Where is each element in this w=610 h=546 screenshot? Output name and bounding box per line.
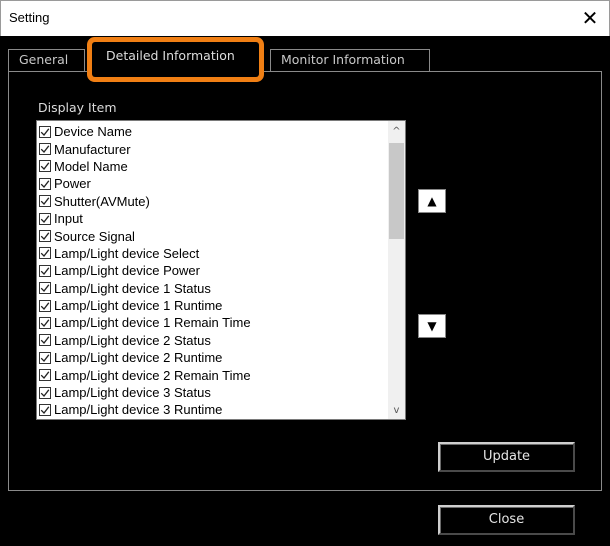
checkbox[interactable] — [39, 334, 51, 347]
list-item[interactable]: Lamp/Light device Power — [37, 262, 387, 279]
checkbox[interactable] — [39, 177, 51, 190]
checkbox[interactable] — [39, 403, 51, 416]
checkbox[interactable] — [39, 299, 51, 312]
list-item-label: Input — [54, 211, 83, 227]
list-item[interactable]: Lamp/Light device 1 Remain Time — [37, 314, 387, 331]
checkbox[interactable] — [39, 125, 51, 138]
checkbox[interactable] — [39, 316, 51, 329]
list-item-label: Lamp/Light device 3 Status — [54, 385, 211, 401]
list-item[interactable]: Shutter(AVMute) — [37, 193, 387, 210]
list-item-label: Device Name — [54, 124, 133, 140]
checkmark-icon — [40, 232, 50, 241]
checkbox[interactable] — [39, 264, 51, 277]
checkbox[interactable] — [39, 160, 51, 173]
list-item-label: Lamp/Light device Power — [54, 263, 200, 279]
list-item-label: Lamp/Light device 1 Remain Time — [54, 315, 251, 331]
list-item[interactable]: Input — [37, 210, 387, 227]
list-item-label: Model Name — [54, 158, 128, 174]
list-item[interactable]: Lamp/Light device 1 Status — [37, 280, 387, 297]
list-item-label: Lamp/Light device 2 Runtime — [54, 350, 223, 366]
list-item-label: Lamp/Light device 3 Runtime — [54, 402, 223, 418]
list-item-label: Source Signal — [54, 228, 135, 244]
checkmark-icon — [40, 388, 50, 397]
checkmark-icon — [40, 406, 50, 414]
list-item-label: Lamp/Light device 1 Runtime — [54, 298, 223, 314]
list-item-label: Lamp/Light device Select — [54, 245, 200, 261]
checkmark-icon — [40, 284, 50, 293]
checkbox[interactable] — [39, 247, 51, 260]
checkmark-icon — [40, 267, 50, 275]
checkbox[interactable] — [39, 212, 51, 225]
list-item[interactable]: Lamp/Light device 1 Runtime — [37, 297, 387, 314]
checkmark-icon — [40, 180, 50, 188]
vertical-scrollbar[interactable]: ^ v — [388, 121, 405, 419]
checkmark-icon — [40, 162, 50, 171]
display-item-label: Display Item — [38, 100, 117, 115]
checkmark-icon — [40, 215, 50, 223]
checkbox[interactable] — [39, 351, 51, 364]
checkmark-icon — [40, 128, 50, 136]
list-item[interactable]: Lamp/Light device 2 Runtime — [37, 349, 387, 366]
checkbox[interactable] — [39, 143, 51, 156]
window-title: Setting — [9, 10, 50, 25]
checkmark-icon — [40, 371, 50, 380]
move-up-button[interactable]: ▲ — [418, 189, 446, 213]
tab-detailed-information[interactable]: Detailed Information — [92, 42, 259, 77]
close-button[interactable]: Close — [438, 505, 575, 535]
list-item[interactable]: Lamp/Light device 3 Status — [37, 384, 387, 401]
setting-window: Setting ✕ General Detailed Information M… — [0, 0, 610, 546]
checkmark-icon — [40, 319, 50, 327]
checkmark-icon — [40, 354, 50, 362]
list-item-label: Power — [54, 176, 91, 192]
close-icon[interactable]: ✕ — [575, 3, 605, 33]
checkmark-icon — [40, 145, 50, 154]
checkbox[interactable] — [39, 195, 51, 208]
checkmark-icon — [40, 301, 50, 310]
checkmark-icon — [40, 197, 50, 206]
scroll-up-arrow-icon[interactable]: ^ — [388, 123, 405, 140]
checkbox[interactable] — [39, 369, 51, 382]
display-item-list[interactable]: Device Name Manufacturer Model Name Power Sh… — [36, 120, 406, 420]
update-button[interactable]: Update — [438, 442, 575, 472]
scroll-down-arrow-icon[interactable]: v — [388, 402, 405, 419]
list-item-label: Shutter(AVMute) — [54, 193, 150, 209]
list-item-label: Lamp/Light device 1 Status — [54, 280, 211, 296]
tab-monitor-information[interactable]: Monitor Information — [270, 49, 430, 71]
list-item-label: Manufacturer — [54, 141, 131, 157]
checkbox[interactable] — [39, 386, 51, 399]
checkmark-icon — [40, 249, 50, 258]
checkbox[interactable] — [39, 230, 51, 243]
list-item-label: Lamp/Light device 2 Status — [54, 332, 211, 348]
list-item[interactable]: Lamp/Light device 3 Runtime — [37, 401, 387, 418]
list-item[interactable]: Power — [37, 175, 387, 192]
list-item-label: Lamp/Light device 2 Remain Time — [54, 367, 251, 383]
list-item[interactable]: Lamp/Light device 2 Remain Time — [37, 366, 387, 383]
checkbox[interactable] — [39, 282, 51, 295]
list-item[interactable]: Manufacturer — [37, 140, 387, 157]
checkmark-icon — [40, 336, 50, 345]
list-item[interactable]: Source Signal — [37, 227, 387, 244]
tab-general[interactable]: General — [8, 49, 85, 71]
list-item[interactable]: Lamp/Light device 2 Status — [37, 332, 387, 349]
title-bar: Setting ✕ — [0, 0, 610, 36]
scrollbar-thumb[interactable] — [389, 143, 404, 239]
list-item[interactable]: Device Name — [37, 123, 387, 140]
list-item[interactable]: Model Name — [37, 158, 387, 175]
list-item[interactable]: Lamp/Light device Select — [37, 245, 387, 262]
display-item-list-items: Device Name Manufacturer Model Name Power Sh… — [37, 123, 387, 419]
move-down-button[interactable]: ▼ — [418, 314, 446, 338]
